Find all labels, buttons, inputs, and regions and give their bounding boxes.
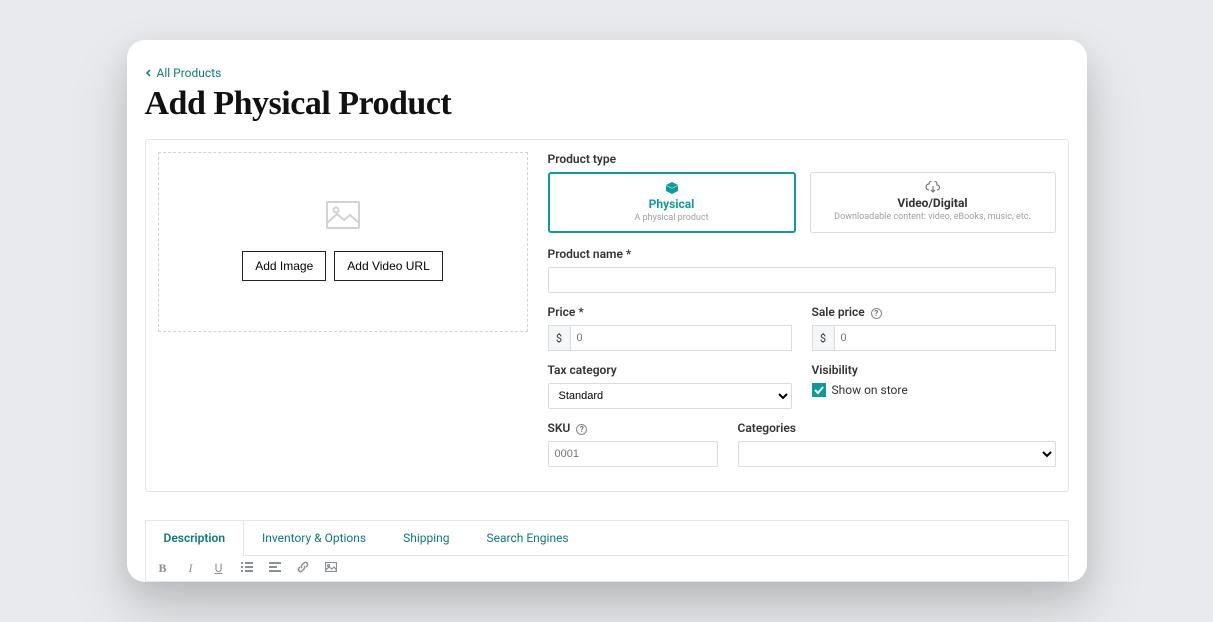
sale-price-label-text: Sale price (812, 305, 865, 319)
sale-price-label: Sale price ? (812, 305, 1056, 319)
italic-button[interactable]: I (184, 561, 198, 576)
main-panel: Add Image Add Video URL Product type Phy… (145, 139, 1069, 492)
categories-label: Categories (738, 421, 1056, 435)
form-column: Product type Physical A physical product (548, 152, 1056, 479)
tax-category-select[interactable]: Standard (548, 383, 792, 409)
product-type-label: Product type (548, 152, 1056, 166)
sku-input[interactable] (548, 441, 718, 467)
product-form-card: All Products Add Physical Product Add Im… (127, 40, 1087, 582)
product-type-physical[interactable]: Physical A physical product (548, 172, 796, 233)
sale-price-currency: $ (812, 325, 834, 351)
breadcrumb-all-products[interactable]: All Products (145, 66, 222, 80)
cloud-download-icon (821, 181, 1045, 196)
tab-inventory-options[interactable]: Inventory & Options (244, 521, 385, 555)
media-dropzone[interactable]: Add Image Add Video URL (158, 152, 528, 332)
image-placeholder-icon (326, 201, 360, 233)
detail-tabs: Description Inventory & Options Shipping… (145, 520, 1069, 556)
bold-button[interactable]: B (156, 561, 170, 576)
sale-price-input[interactable] (834, 325, 1056, 351)
image-button[interactable] (324, 561, 338, 576)
visibility-label: Visibility (812, 363, 1056, 377)
product-name-label: Product name * (548, 247, 1056, 261)
page-title: Add Physical Product (145, 85, 1069, 123)
link-button[interactable] (296, 561, 310, 576)
chevron-left-icon (145, 69, 153, 77)
align-button[interactable] (268, 561, 282, 576)
product-name-input[interactable] (548, 267, 1056, 293)
breadcrumb-label: All Products (157, 66, 222, 80)
sku-label: SKU ? (548, 421, 718, 435)
add-video-url-button[interactable]: Add Video URL (334, 251, 443, 281)
price-currency: $ (548, 325, 570, 351)
price-input[interactable] (570, 325, 792, 351)
type-subtitle: A physical product (560, 213, 784, 223)
add-image-button[interactable]: Add Image (242, 251, 326, 281)
list-button[interactable] (240, 561, 254, 576)
show-on-store-label: Show on store (832, 383, 908, 397)
sku-label-text: SKU (548, 421, 571, 435)
product-type-digital[interactable]: Video/Digital Downloadable content: vide… (810, 172, 1056, 233)
tab-shipping[interactable]: Shipping (385, 521, 468, 555)
media-buttons: Add Image Add Video URL (242, 251, 443, 281)
type-title: Video/Digital (821, 196, 1045, 210)
help-icon[interactable]: ? (871, 308, 882, 319)
categories-select[interactable] (738, 441, 1056, 467)
show-on-store-checkbox[interactable] (812, 383, 826, 397)
tab-description[interactable]: Description (146, 521, 245, 555)
editor-toolbar: B I U (145, 556, 1069, 582)
underline-button[interactable]: U (212, 561, 226, 576)
type-subtitle: Downloadable content: video, eBooks, mus… (821, 212, 1045, 222)
help-icon[interactable]: ? (576, 424, 587, 435)
type-title: Physical (560, 197, 784, 211)
price-label: Price * (548, 305, 792, 319)
tax-category-label: Tax category (548, 363, 792, 377)
tab-search-engines[interactable]: Search Engines (469, 521, 588, 555)
box-icon (560, 182, 784, 197)
